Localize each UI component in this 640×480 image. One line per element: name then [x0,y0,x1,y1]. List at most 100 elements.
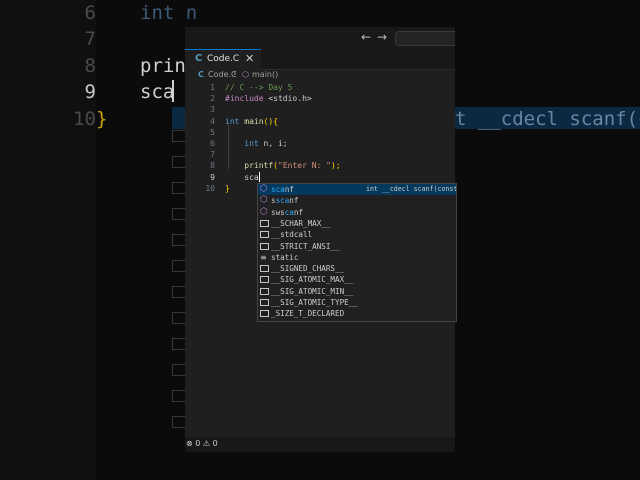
suggestion-item[interactable]: ⬡ sscanf [258,195,456,206]
suggestion-detail: int __cdecl scanf(const [366,185,457,193]
title-bar: ← → [185,27,455,49]
type-keyword: int [225,116,240,126]
suggestion-label: __SIG_ATOMIC_MIN__ [271,286,354,296]
typed-text: sca [244,172,259,182]
suggestion-item[interactable]: ≡ static [258,252,456,263]
line-number: 1 [210,83,215,92]
tab-code-c[interactable]: C Code.C ✕ [185,49,261,70]
symbol-constant-icon [260,265,269,273]
back-arrow-icon[interactable]: ← [361,30,371,44]
suggestion-item[interactable]: __STRICT_ANSI__ [258,241,456,252]
suggestion-item[interactable]: ⬡ scanf int __cdecl scanf(const [258,184,457,196]
forward-arrow-icon[interactable]: → [377,30,387,44]
code-line-9: sca [225,172,455,183]
background-suggestion-detail: t __cdecl scanf(const [455,108,640,130]
close-brace: } [225,183,230,193]
tab-bar: C Code.C ✕ [185,49,455,70]
suggestion-widget: ⬡ scanf int __cdecl scanf(const ⬡ sscanf ⬡ sws… [257,183,457,322]
suggestion-label: static [271,252,299,262]
match-highlight: sca [271,185,285,194]
symbol-function-icon: ⬡ [260,206,268,217]
suggestion-label: __SIGNED_CHARS__ [271,264,345,274]
background-line-number: 8 [84,55,96,77]
background-code-line: } [96,108,108,130]
declaration: n, i; [258,138,288,148]
symbol-constant-icon [260,242,269,250]
code-line-1: // C --> Day 5 [225,82,455,93]
text-cursor [258,172,260,182]
match-highlight: sca [275,196,290,206]
code-line-4: int main(){ [225,116,455,127]
suggestion-item[interactable]: __SIG_ATOMIC_TYPE__ [258,297,456,308]
close-icon[interactable]: ✕ [245,52,254,65]
function-name: main [239,116,264,126]
line-number: 3 [210,105,215,115]
symbol-constant-icon [260,299,269,306]
open-brace: { [273,116,279,126]
background-code-line: int n [140,2,198,24]
c-file-icon: C [195,53,203,64]
status-bar: ⊗ 0 ⚠ 0 [185,437,455,452]
string-literal: "Enter N: " [278,161,331,171]
preprocessor-directive: #include [225,94,264,104]
background-caret [172,80,174,102]
suggestion-item[interactable]: _SIZE_T_DECLARED [258,308,456,319]
suggestion-item[interactable]: __SIGNED_CHARS__ [258,263,456,274]
suggestion-item[interactable]: ⬡ swscanf [258,207,456,218]
code-editor[interactable]: // C --> Day 5 #include <stdio.h> int ma… [225,82,455,194]
background-line-number: 9 [84,81,96,103]
line-number: 5 [210,127,215,137]
paren-close: ); [330,161,341,171]
line-number: 2 [210,94,215,104]
function-call: printf [244,161,274,171]
suggestion-label: __SIG_ATOMIC_TYPE__ [271,298,358,307]
background-line-number: 10 [73,108,96,130]
comment: // C --> Day 5 [225,83,293,92]
line-number: 10 [205,183,215,193]
line-number-gutter: 1 2 3 4 5 6 7 8 9 10 [185,82,215,194]
type-keyword: int [244,138,259,148]
suggestion-label: _SIZE_T_DECLARED [271,309,345,319]
tab-label: Code.C [207,54,240,64]
code-line-8: printf("Enter N: "); [225,160,455,171]
suggestion-item[interactable]: __SIG_ATOMIC_MAX__ [258,274,456,285]
symbol-constant-icon [260,310,269,318]
background-suggestion-icons [172,130,186,430]
background-code-line: sca [140,81,175,103]
include-header: <stdio.h> [263,94,312,104]
symbol-function-icon: ⬡ [260,195,268,206]
line-number: 6 [210,138,215,148]
symbol-constant-icon [260,287,269,295]
suggestion-label: swscanf [271,207,304,217]
symbol-constant-icon [260,219,269,227]
line-number: 7 [210,150,215,160]
parentheses: () [263,116,274,126]
line-number: 4 [210,116,215,126]
symbol-constant-icon [260,276,269,284]
breadcrumb-symbol[interactable]: main() [252,70,278,79]
c-file-icon: C [198,70,204,79]
match-highlight: ca [284,207,294,217]
code-line-2: #include <stdio.h> [225,93,455,104]
line-number-active: 9 [210,172,215,182]
suggestion-label: __SIG_ATOMIC_MAX__ [271,275,354,285]
code-line-6: int n, i; [225,138,455,149]
suggestion-label: __STRICT_ANSI__ [271,241,340,251]
suggestion-item[interactable]: __SIG_ATOMIC_MIN__ [258,286,456,297]
suggestion-item[interactable]: __stdcall [258,229,456,240]
symbol-function-icon: ⬡ [260,184,268,194]
chevron-right-icon: › [233,69,237,79]
symbol-constant-icon [260,231,269,239]
symbol-method-icon: ⬡ [242,70,249,79]
suggestion-label: scanf [271,185,294,194]
keyword-icon: ≡ [260,252,267,262]
suggestion-label: __stdcall [271,230,313,240]
command-center-search[interactable] [395,31,455,46]
line-number: 8 [210,161,215,171]
problems-indicator[interactable]: ⊗ 0 ⚠ 0 [186,439,218,448]
suggestion-item[interactable]: __SCHAR_MAX__ [258,218,456,229]
background-gutter: 6 7 8 9 10 [0,0,96,480]
